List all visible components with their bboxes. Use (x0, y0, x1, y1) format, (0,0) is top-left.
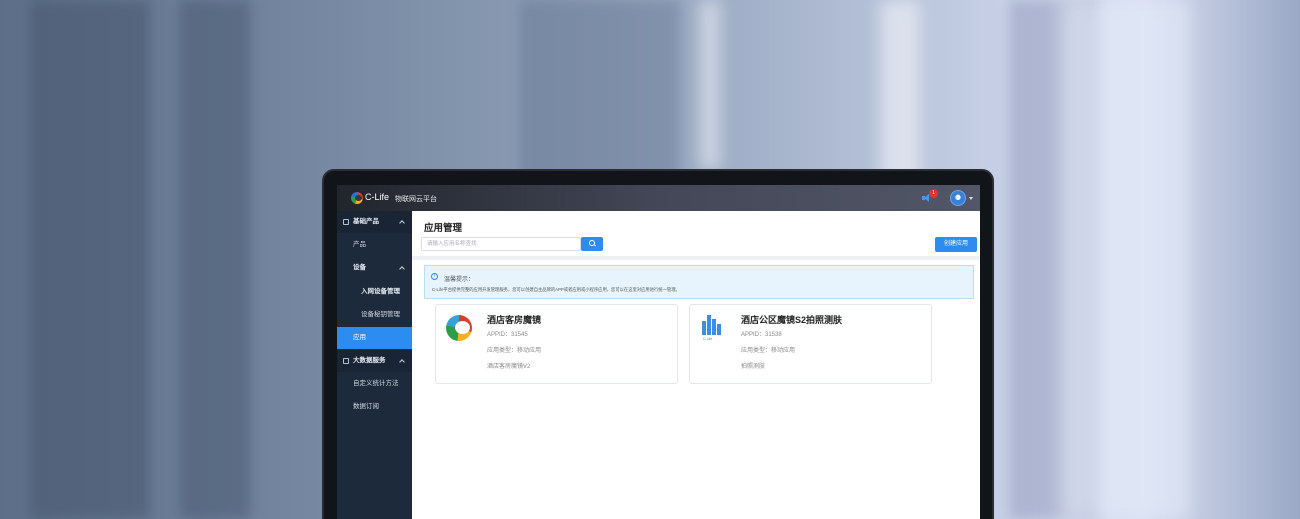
app-name[interactable]: 酒店客房魔镜 (487, 313, 541, 326)
chevron-up-icon (399, 220, 405, 226)
chevron-up-icon (399, 359, 405, 365)
chevron-up-icon (399, 266, 405, 272)
create-app-button[interactable]: 创建应用 (935, 237, 977, 252)
app-type: 应用类型：移动应用 (741, 348, 796, 354)
app-screen: C-Life 物联网云平台 1 基础产品 产品 设备 入网设备管理 设备秘钥管理… (337, 185, 980, 519)
main-content: 应用管理 请输入应用名称查找 创建应用 i 温馨提示： C-Life平台提供完整… (412, 211, 980, 519)
sidebar-item-label: 入网设备管理 (361, 288, 400, 295)
user-avatar[interactable] (950, 190, 966, 206)
sidebar-item-products[interactable]: 产品 (337, 234, 412, 256)
sidebar-group-devices[interactable]: 设备 (337, 257, 412, 279)
sidebar-group-big-data[interactable]: 大数据服务 (337, 350, 412, 372)
sidebar-item-applications[interactable]: 应用 (337, 327, 412, 349)
database-icon (343, 358, 349, 364)
sidebar-item-label: 设备 (353, 264, 366, 271)
app-description: 拍照测肤 (741, 364, 766, 370)
sidebar-item-label: 设备秘钥管理 (361, 311, 400, 318)
sidebar-item-device-keys[interactable]: 设备秘钥管理 (337, 304, 412, 326)
chevron-down-icon[interactable] (969, 197, 973, 200)
notice-text: C-Life平台提供完整的应用开发管理服务，您可以创建自主品牌的APP或者应用或… (432, 287, 680, 292)
cube-icon (343, 219, 349, 225)
notice-box: i 温馨提示： C-Life平台提供完整的应用开发管理服务，您可以创建自主品牌的… (424, 265, 974, 299)
sidebar-item-label: 基础产品 (353, 218, 379, 225)
c-life-logo-icon (351, 192, 363, 204)
notification-badge: 1 (929, 189, 938, 198)
c-life-app-logo (446, 315, 472, 341)
notice-title: 温馨提示： (444, 277, 475, 283)
sidebar-item-custom-stats[interactable]: 自定义统计方法 (337, 373, 412, 395)
search-button[interactable] (581, 237, 603, 251)
building-bars-app-logo: C-Life (700, 315, 726, 341)
app-id: APPID：31538 (741, 332, 782, 338)
divider (412, 256, 980, 260)
platform-name: 物联网云平台 (395, 196, 437, 203)
app-description: 酒店客房魔镜V2 (487, 364, 531, 370)
sidebar-item-data-subscription[interactable]: 数据订阅 (337, 396, 412, 418)
sidebar-group-basic-products[interactable]: 基础产品 (337, 211, 412, 233)
info-icon: i (431, 273, 438, 280)
sidebar-item-label: 大数据服务 (353, 357, 386, 364)
sidebar-item-label: 自定义统计方法 (353, 380, 399, 387)
sidebar-item-network-devices[interactable]: 入网设备管理 (337, 281, 412, 303)
search-input[interactable]: 请输入应用名称查找 (421, 237, 581, 251)
sidebar-item-label: 数据订阅 (353, 403, 379, 410)
sidebar-item-label: 应用 (353, 334, 366, 341)
app-card[interactable]: 酒店客房魔镜 APPID：31545 应用类型：移动应用 酒店客房魔镜V2 (435, 304, 678, 384)
app-id: APPID：31545 (487, 332, 528, 338)
app-card[interactable]: C-Life 酒店公区魔镜S2拍照测肤 APPID：31538 应用类型：移动应… (689, 304, 932, 384)
sidebar-item-label: 产品 (353, 241, 366, 248)
app-type: 应用类型：移动应用 (487, 348, 542, 354)
page-title: 应用管理 (424, 223, 463, 234)
sidebar: 基础产品 产品 设备 入网设备管理 设备秘钥管理 应用 大数据服务 自定义统计方… (337, 211, 412, 519)
app-name[interactable]: 酒店公区魔镜S2拍照测肤 (741, 313, 842, 326)
top-bar: C-Life 物联网云平台 1 (337, 185, 980, 211)
brand-name: C-Life (365, 192, 390, 202)
